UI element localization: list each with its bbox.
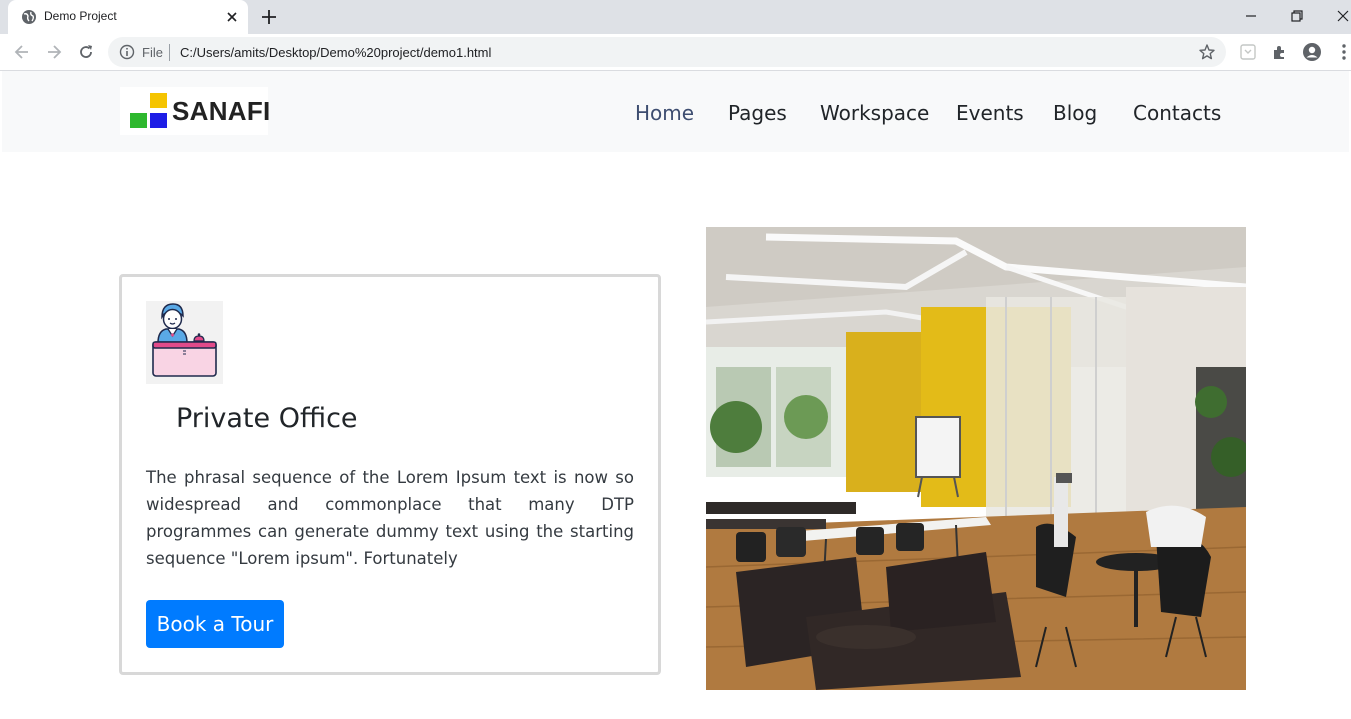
receptionist-desk-icon <box>146 301 223 384</box>
site-logo[interactable]: SANAFI <box>120 87 271 135</box>
browser-tabstrip: Demo Project <box>0 0 1351 34</box>
bookmark-star-icon[interactable] <box>1198 43 1216 61</box>
card-description: The phrasal sequence of the Lorem Ipsum … <box>146 468 634 568</box>
close-window-icon[interactable] <box>1333 6 1351 26</box>
tab-title: Demo Project <box>44 9 117 23</box>
globe-icon <box>22 10 36 24</box>
info-icon[interactable] <box>119 44 135 60</box>
scheme-label: File <box>142 45 163 60</box>
browser-tab[interactable]: Demo Project <box>8 0 248 34</box>
logo-blue-square <box>150 113 167 128</box>
nav-blog[interactable]: Blog <box>1053 102 1097 124</box>
logo-text: SANAFI <box>172 96 271 126</box>
logo-yellow-square <box>150 93 167 108</box>
forward-icon[interactable] <box>44 42 64 62</box>
menu-kebab-icon[interactable] <box>1334 42 1351 62</box>
back-icon[interactable] <box>12 42 32 62</box>
nav-contacts[interactable]: Contacts <box>1133 102 1221 124</box>
logo-green-square <box>130 113 147 128</box>
nav-pages[interactable]: Pages <box>728 102 787 124</box>
extensions-icon[interactable] <box>1270 42 1290 62</box>
reload-icon[interactable] <box>76 42 96 62</box>
reading-list-icon[interactable] <box>1238 42 1258 62</box>
address-bar[interactable]: File C:/Users/amits/Desktop/Demo%20proje… <box>108 37 1226 67</box>
minimize-icon[interactable] <box>1241 6 1261 26</box>
browser-toolbar: File C:/Users/amits/Desktop/Demo%20proje… <box>0 34 1351 71</box>
omnibox-divider <box>169 44 170 61</box>
office-interior-photo <box>706 227 1246 690</box>
url-text[interactable]: C:/Users/amits/Desktop/Demo%20project/de… <box>180 45 491 60</box>
card-title: Private Office <box>176 403 358 434</box>
site-navbar: SANAFI Home Pages Workspace Events Blog … <box>2 71 1349 152</box>
private-office-card: Private Office The phrasal sequence of t… <box>119 274 661 675</box>
restore-icon[interactable] <box>1287 6 1307 26</box>
book-a-tour-button[interactable]: Book a Tour <box>146 600 284 648</box>
nav-events[interactable]: Events <box>956 102 1024 124</box>
nav-workspace[interactable]: Workspace <box>820 102 929 124</box>
nav-home[interactable]: Home <box>635 102 694 124</box>
new-tab-icon[interactable] <box>260 8 278 26</box>
profile-icon[interactable] <box>1302 42 1322 62</box>
close-tab-icon[interactable] <box>224 9 240 25</box>
